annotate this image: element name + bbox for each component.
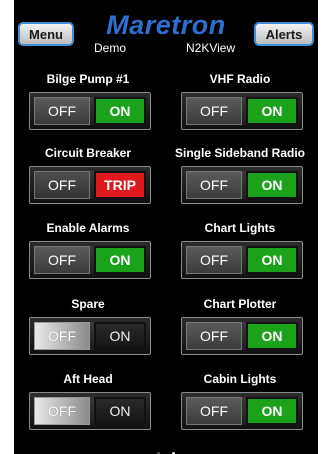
switch-cell: Chart Plotter OFF ON bbox=[166, 297, 314, 365]
on-segment[interactable]: ON bbox=[246, 246, 298, 274]
switch-label: VHF Radio bbox=[209, 72, 271, 86]
switch-label: Bilge Pump #1 bbox=[46, 72, 130, 86]
on-segment[interactable]: ON bbox=[246, 97, 298, 125]
switch-cell: Chart Lights OFF ON bbox=[166, 221, 314, 289]
left-subtitle: Demo bbox=[94, 41, 127, 55]
switch-track: OFF ON bbox=[186, 397, 298, 425]
toggle-switch[interactable]: OFF ON bbox=[29, 92, 151, 130]
on-segment[interactable]: ON bbox=[94, 397, 146, 425]
on-segment[interactable]: ON bbox=[94, 97, 146, 125]
switch-cell: Spare OFF ON bbox=[14, 297, 162, 365]
on-segment[interactable]: ON bbox=[246, 171, 298, 199]
off-segment[interactable]: OFF bbox=[34, 322, 90, 350]
switch-label: Enable Alarms bbox=[46, 221, 130, 235]
toggle-switch[interactable]: OFF ON bbox=[29, 317, 151, 355]
toggle-switch[interactable]: OFF ON bbox=[181, 392, 303, 430]
app-screen: Menu Maretron Alerts Demo N2KView Bilge … bbox=[14, 0, 318, 454]
on-segment[interactable]: ON bbox=[246, 397, 298, 425]
switch-cell: VHF Radio OFF ON bbox=[166, 72, 314, 140]
switch-cell: Aft Head OFF ON bbox=[14, 372, 162, 440]
trip-segment[interactable]: TRIP bbox=[94, 171, 146, 199]
off-segment[interactable]: OFF bbox=[186, 246, 242, 274]
toggle-switch[interactable]: OFF ON bbox=[181, 166, 303, 204]
off-segment[interactable]: OFF bbox=[34, 397, 90, 425]
toggle-switch[interactable]: OFF ON bbox=[181, 92, 303, 130]
switch-track: OFF ON bbox=[186, 246, 298, 274]
switch-cell: Enable Alarms OFF ON bbox=[14, 221, 162, 289]
switch-cell: Cabin Lights OFF ON bbox=[166, 372, 314, 440]
on-segment[interactable]: ON bbox=[246, 322, 298, 350]
right-subtitle: N2KView bbox=[186, 41, 236, 55]
toggle-switch[interactable]: OFF ON bbox=[29, 392, 151, 430]
off-segment[interactable]: OFF bbox=[186, 397, 242, 425]
off-segment[interactable]: OFF bbox=[186, 97, 242, 125]
switch-cell: Bilge Pump #1 OFF ON bbox=[14, 72, 162, 140]
switch-label: Cabin Lights bbox=[203, 372, 277, 386]
toggle-switch[interactable]: OFF ON bbox=[181, 241, 303, 279]
off-segment[interactable]: OFF bbox=[186, 171, 242, 199]
switch-track: OFF ON bbox=[186, 97, 298, 125]
on-segment[interactable]: ON bbox=[94, 246, 146, 274]
switch-track: OFF ON bbox=[34, 246, 146, 274]
switch-track: OFF ON bbox=[186, 171, 298, 199]
switch-track: OFF ON bbox=[34, 97, 146, 125]
off-segment[interactable]: OFF bbox=[34, 97, 90, 125]
off-segment[interactable]: OFF bbox=[186, 322, 242, 350]
switch-label: Single Sideband Radio bbox=[174, 146, 305, 160]
switch-label: Chart Lights bbox=[204, 221, 276, 235]
switch-cell: Single Sideband Radio OFF ON bbox=[166, 146, 314, 214]
switch-track: OFF TRIP bbox=[34, 171, 146, 199]
switch-track: OFF ON bbox=[34, 397, 146, 425]
on-segment[interactable]: ON bbox=[94, 322, 146, 350]
switch-track: OFF ON bbox=[186, 322, 298, 350]
switch-label: Circuit Breaker bbox=[44, 146, 132, 160]
switch-cell: Circuit Breaker OFF TRIP bbox=[14, 146, 162, 214]
toggle-switch[interactable]: OFF ON bbox=[181, 317, 303, 355]
off-segment[interactable]: OFF bbox=[34, 171, 90, 199]
alerts-button[interactable]: Alerts bbox=[254, 22, 314, 46]
switch-label: Aft Head bbox=[63, 372, 113, 386]
toggle-switch[interactable]: OFF TRIP bbox=[29, 166, 151, 204]
switch-label: Spare bbox=[71, 297, 105, 311]
page-indicator[interactable] bbox=[14, 442, 318, 454]
switch-track: OFF ON bbox=[34, 322, 146, 350]
switch-label: Chart Plotter bbox=[203, 297, 277, 311]
toggle-switch[interactable]: OFF ON bbox=[29, 241, 151, 279]
off-segment[interactable]: OFF bbox=[34, 246, 90, 274]
